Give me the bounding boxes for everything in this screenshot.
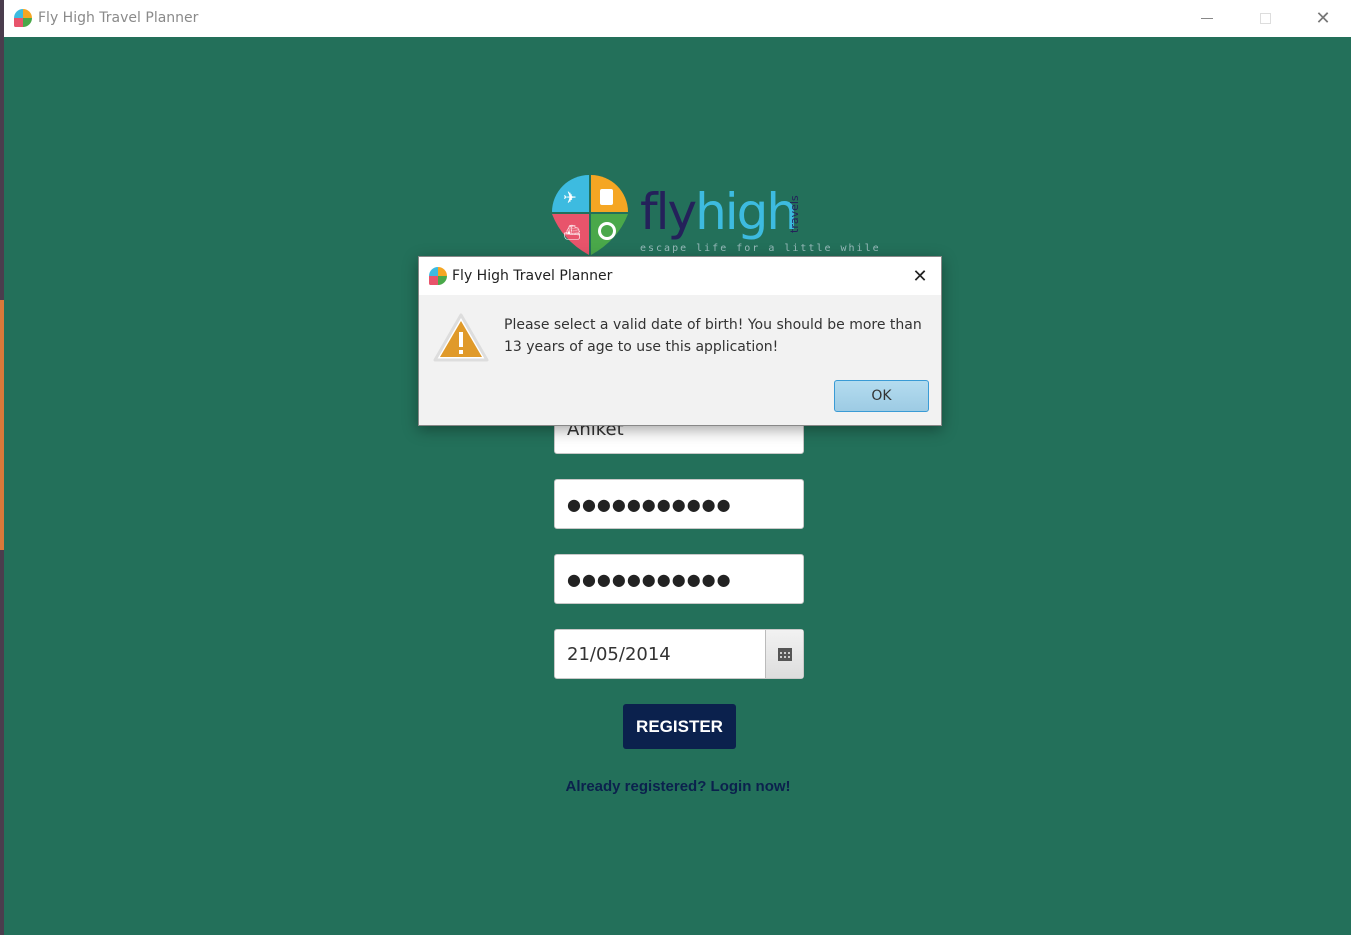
maximize-icon	[1259, 13, 1271, 24]
dob-date-picker[interactable]: 21/05/2014	[554, 629, 804, 679]
warning-dialog: Fly High Travel Planner ✕ Please select …	[418, 256, 942, 426]
confirm-password-input[interactable]: ●●●●●●●●●●●	[554, 554, 804, 604]
logo-mark-icon: ✈ ⛴	[552, 175, 628, 255]
svg-text:✈: ✈	[563, 188, 576, 207]
register-button[interactable]: REGISTER	[623, 704, 736, 749]
logo-wordmark: flyhigh	[640, 187, 798, 237]
logo-word-fly: fly	[640, 183, 697, 241]
minimize-button[interactable]	[1178, 0, 1236, 37]
password-input[interactable]: ●●●●●●●●●●●	[554, 479, 804, 529]
logo-word-high: high	[695, 183, 798, 241]
minimize-icon	[1201, 18, 1213, 19]
calendar-button[interactable]	[765, 630, 803, 678]
title-bar: Fly High Travel Planner ✕	[4, 0, 1351, 37]
calendar-icon	[777, 647, 792, 661]
confirm-password-value: ●●●●●●●●●●●	[567, 569, 732, 589]
ok-button[interactable]: OK	[834, 380, 929, 412]
window-title: Fly High Travel Planner	[38, 10, 199, 26]
close-icon: ✕	[1315, 8, 1331, 29]
dialog-message: Please select a valid date of birth! You…	[504, 317, 922, 355]
app-icon	[14, 9, 32, 27]
dialog-title-bar: Fly High Travel Planner ✕	[419, 257, 941, 295]
svg-text:⛴: ⛴	[563, 225, 581, 241]
logo-side-text: travels	[788, 195, 801, 233]
close-button[interactable]: ✕	[1294, 0, 1351, 37]
login-link[interactable]: Already registered? Login now!	[553, 778, 803, 795]
dialog-app-icon	[429, 267, 447, 285]
maximize-button[interactable]	[1236, 0, 1294, 37]
dialog-close-button[interactable]: ✕	[905, 261, 935, 291]
app-window: Fly High Travel Planner ✕ ✈ ⛴ flyhigh tr…	[4, 0, 1351, 935]
dob-value: 21/05/2014	[567, 643, 671, 665]
warning-icon	[433, 313, 489, 362]
password-value: ●●●●●●●●●●●	[567, 494, 732, 514]
logo-tagline: escape life for a little while	[640, 243, 881, 254]
close-icon: ✕	[912, 265, 928, 287]
dialog-title: Fly High Travel Planner	[452, 268, 613, 284]
